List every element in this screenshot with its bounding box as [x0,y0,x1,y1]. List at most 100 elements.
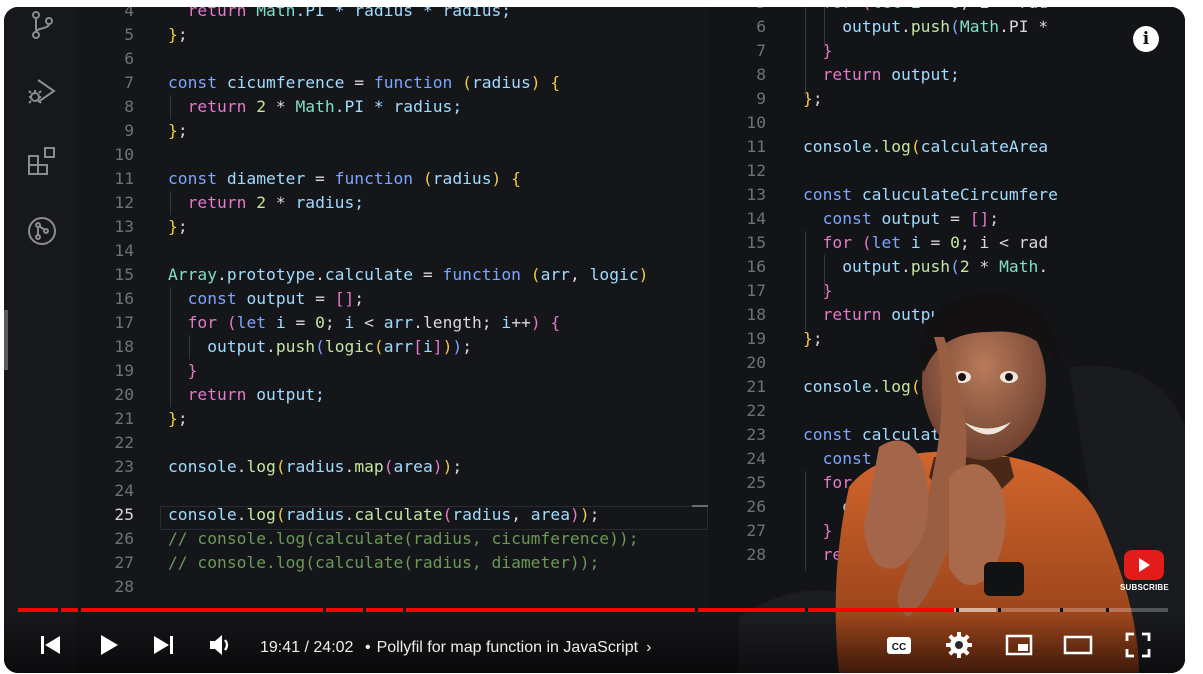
code-line[interactable]: 25 console.log(radius.calculate(radius, a… [76,503,708,527]
code-token: console [168,505,237,524]
video-player[interactable]: 4 return Math.PI * radius * radius; 5}; 6 7… [4,7,1185,673]
code-line[interactable]: 14 const output = []; [708,207,1185,231]
code-token: Math [959,17,1000,36]
settings-button[interactable] [943,629,975,661]
code-line[interactable]: 15 for (let i = 0; i < rad [708,231,1185,255]
code-token: { [550,73,561,92]
fullscreen-button[interactable] [1122,629,1154,661]
code-token: ( [226,313,237,332]
line-number: 13 [114,217,134,236]
code-text: const diameter = function (radius) { [168,167,521,191]
next-button[interactable] [148,629,180,661]
code-token: . [344,505,355,524]
code-line[interactable]: 10 [708,111,1185,135]
line-number: 18 [114,337,134,356]
line-number: 17 [114,313,134,332]
volume-button[interactable] [204,629,236,661]
code-line[interactable]: 9}; [76,119,708,143]
info-button[interactable]: i [1133,26,1159,52]
code-text: }; [168,215,188,239]
theater-mode-button[interactable] [1062,629,1094,661]
line-number: 25 [114,505,134,524]
previous-button[interactable] [34,629,66,661]
code-token: ( [275,457,286,476]
code-line[interactable]: 13}; [76,215,708,239]
code-line[interactable]: 5 for (let i = 0; i < rad [708,7,1185,15]
code-token: ) [452,337,463,356]
chapter-marker [956,608,959,612]
line-number: 9 [756,89,766,108]
code-text: return output; [803,63,960,87]
code-line[interactable]: 28 [76,575,708,599]
code-token: area [530,505,571,524]
code-line[interactable]: 27 // console.log(calculate(radius, diame… [76,551,708,575]
code-line[interactable]: 21}; [76,407,708,431]
presenter-image [739,292,1185,673]
editor-left[interactable]: 4 return Math.PI * radius * radius; 5}; 6 7… [76,7,708,607]
code-line[interactable]: 9}; [708,87,1185,111]
subscribe-button[interactable]: SUBSCRIBE [1120,550,1169,598]
code-token: area [393,457,433,476]
code-line[interactable]: 13 const caluculateCircumfere [708,183,1185,207]
code-token: .length; [413,313,502,332]
code-line[interactable]: 6 output.push(Math.PI * [708,15,1185,39]
code-token: log [246,457,276,476]
code-line[interactable]: 14 [76,239,708,263]
code-line[interactable]: 11 const diameter = function (radius) { [76,167,708,191]
remote-icon[interactable] [26,215,58,247]
code-token: = [285,313,316,332]
code-token: return [822,65,892,84]
indent-guide [824,7,825,47]
code-line[interactable]: 6 [76,47,708,71]
code-token: , [511,505,531,524]
run-debug-icon[interactable] [26,75,58,107]
video-frame[interactable]: 4 return Math.PI * radius * radius; 5}; 6 7… [4,7,1185,673]
code-token: output; [256,385,325,404]
code-line[interactable]: 8 return output; [708,63,1185,87]
code-line[interactable]: 22 [76,431,708,455]
code-line[interactable]: 7 } [708,39,1185,63]
code-token: = [920,233,951,252]
line-number: 7 [124,73,134,92]
chapter-marker [1106,608,1109,612]
chevron-right-icon: › [646,639,652,656]
code-line[interactable]: 15 Array.prototype.calculate = function (… [76,263,708,287]
code-line[interactable]: 4 return Math.PI * radius * radius; [76,7,708,23]
code-line[interactable]: 16 output.push(2 * Math. [708,255,1185,279]
chapter-marker [403,608,406,612]
extensions-icon[interactable] [26,145,58,177]
code-line[interactable]: 23 console.log(radius.map(area)); [76,455,708,479]
code-line[interactable]: 10 [76,143,708,167]
code-token: ) [442,337,453,356]
code-text: return Math.PI * radius * radius; [168,7,512,23]
code-token: arr [540,265,570,284]
source-control-icon[interactable] [26,9,58,41]
code-token: logic [324,337,374,356]
captions-button[interactable]: CC [883,629,915,661]
code-token: radius; [295,193,365,212]
scroll-handle[interactable] [4,310,8,370]
code-line[interactable]: 26 // console.log(calculate(radius, cicum… [76,527,708,551]
code-token: i [501,313,512,332]
code-token: output; [891,65,960,84]
code-token: ( [910,137,921,156]
code-token: ) [530,313,551,332]
code-token: prototype [226,265,316,284]
activity-bar [4,7,76,673]
code-line[interactable]: 7 const cicumference = function (radius) … [76,71,708,95]
progress-bar[interactable] [18,608,1168,612]
chapter-marker [695,608,698,612]
code-line[interactable]: 24 [76,479,708,503]
miniplayer-button[interactable] [1003,629,1035,661]
code-line[interactable]: 12 [708,159,1185,183]
code-line[interactable]: 5}; [76,23,708,47]
line-number: 19 [114,361,134,380]
play-button[interactable] [92,629,124,661]
code-token: ( [530,265,541,284]
line-number: 23 [114,457,134,476]
code-line[interactable]: 11 console.log(calculateArea [708,135,1185,159]
code-text: return 2 * radius; [168,191,364,215]
chapter-title-button[interactable]: • Pollyfil for map function in JavaScript… [365,639,651,657]
indent-guide [805,7,806,97]
code-token: [ [413,337,423,356]
